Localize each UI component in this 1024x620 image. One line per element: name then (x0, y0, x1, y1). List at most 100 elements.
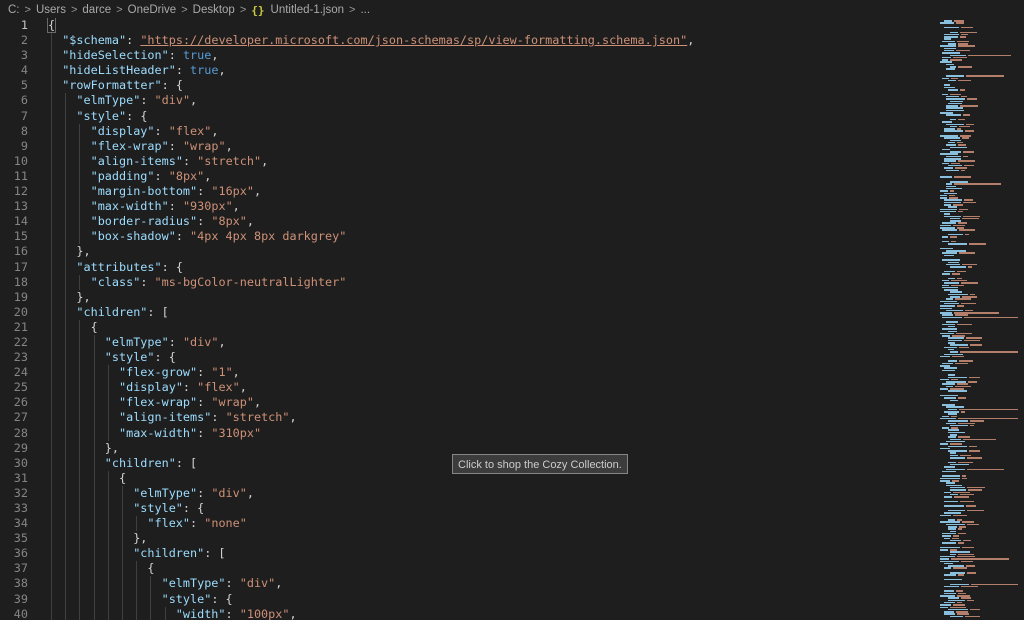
code-line[interactable]: 22 "elmType": "div", (0, 334, 934, 351)
indent-guide (79, 546, 81, 562)
code-line[interactable]: 33 "style": { (0, 501, 934, 517)
code-text: "align-items": "stretch", (119, 410, 297, 425)
indent-guide (51, 214, 52, 230)
code-line[interactable]: 3 "hideSelection": true, (0, 48, 934, 64)
code-line[interactable]: 26 "flex-wrap": "wrap", (0, 395, 934, 411)
minimap[interactable] (936, 18, 1024, 620)
minimap-line (950, 457, 965, 459)
minimap-line (959, 252, 975, 254)
breadcrumb-item[interactable]: Users (34, 4, 68, 16)
code-line[interactable]: 24 "flex-grow": "1", (0, 365, 934, 381)
minimap-line (967, 266, 973, 268)
code-line[interactable]: 21 { (0, 319, 934, 335)
code-line[interactable]: 11 "padding": "8px", (0, 168, 934, 185)
minimap-line (950, 399, 958, 401)
code-line[interactable]: 8 "display": "flex", (0, 123, 934, 139)
indent-guide (122, 576, 123, 592)
indent-guide (93, 531, 95, 547)
indent-guide (51, 184, 52, 200)
indent-guide (122, 531, 123, 547)
minimap-line (944, 353, 964, 355)
code-line[interactable]: 7 "style": { (0, 108, 934, 124)
breadcrumb-item[interactable]: darce (80, 4, 113, 16)
minimap-line (950, 486, 966, 489)
code-line[interactable]: 40 "width": "100px", (0, 606, 934, 620)
code-line[interactable]: 35}, (0, 531, 934, 547)
indent-guide (93, 455, 95, 471)
minimap-line (950, 615, 964, 618)
code-line[interactable]: 2 "$schema": "https://developer.microsoft… (0, 33, 934, 49)
code-line[interactable]: 14 "border-radius": "8px", (0, 214, 934, 230)
indent-guide (107, 606, 109, 620)
minimap-line (944, 512, 961, 514)
breadcrumb-item[interactable]: OneDrive (126, 4, 179, 16)
minimap-line (944, 254, 955, 257)
minimap-line (961, 26, 974, 29)
json-key: "flex-wrap" (90, 138, 169, 153)
minimap-line (958, 66, 973, 68)
minimap-line (940, 555, 956, 558)
code-editor[interactable]: 1{2 "$schema": "https://developer.microso… (0, 18, 934, 620)
minimap-line (948, 436, 957, 438)
code-line[interactable]: 20 "children": [ (0, 304, 934, 320)
code-line[interactable]: 9 "flex-wrap": "wrap", (0, 138, 934, 154)
minimap-line (964, 309, 973, 312)
breadcrumb-item[interactable]: C: (6, 4, 22, 16)
code-line[interactable]: 36 "children": [ (0, 546, 934, 562)
code-line[interactable]: 15 "box-shadow": "4px 4px 8px darkgrey" (0, 229, 934, 245)
code-line[interactable]: 25 "display": "flex", (0, 380, 934, 396)
indent-guide (51, 546, 52, 562)
json-punctuation: { (119, 470, 127, 485)
code-line[interactable]: 4 "hideListHeader": true, (0, 63, 934, 79)
indent-guide (107, 516, 109, 532)
code-line[interactable]: 16}, (0, 244, 934, 260)
json-key: "attributes" (76, 259, 162, 274)
indent-guide (65, 168, 67, 185)
minimap-line (942, 222, 957, 224)
code-line[interactable]: 39 "style": { (0, 591, 934, 607)
minimap-line (955, 611, 968, 613)
minimap-line (944, 86, 955, 89)
json-string[interactable]: "https://developer.microsoft.com/json-sc… (140, 33, 687, 47)
code-line[interactable]: 38 "elmType": "div", (0, 576, 934, 592)
code-line[interactable]: 10 "align-items": "stretch", (0, 153, 934, 169)
breadcrumb-file[interactable]: Untitled-1.json (269, 4, 347, 16)
indent-guide (79, 485, 81, 501)
code-text: "style": { (133, 501, 204, 516)
code-line[interactable]: 37 { (0, 561, 934, 577)
code-line[interactable]: 19}, (0, 289, 934, 305)
json-string: "100px" (239, 606, 290, 620)
code-text: "border-radius": "8px", (91, 214, 254, 229)
indent-guide (122, 516, 123, 532)
json-punctuation: { (46, 18, 57, 33)
indent-guide (51, 516, 52, 532)
breadcrumb-more[interactable]: ... (358, 4, 372, 16)
code-line[interactable]: 13 "max-width": "930px", (0, 199, 934, 215)
minimap-line (950, 549, 957, 551)
minimap-line (940, 61, 953, 63)
indent-guide (65, 259, 67, 275)
code-line[interactable]: 18 "class": "ms-bgColor-neutralLighter" (0, 274, 934, 290)
json-key: "margin-bottom" (90, 184, 198, 199)
minimap-line (942, 93, 949, 96)
minimap-line (948, 325, 956, 328)
code-line[interactable]: 32 "elmType": "div", (0, 485, 934, 501)
code-line[interactable]: 12 "margin-bottom": "16px", (0, 184, 934, 200)
breadcrumb-item[interactable]: Desktop (191, 4, 237, 16)
code-line[interactable]: 1{ (0, 18, 934, 33)
minimap-line (944, 270, 956, 273)
code-line[interactable]: 23 "style": { (0, 350, 934, 366)
code-line[interactable]: 6 "elmType": "div", (0, 93, 934, 109)
indent-guide (93, 561, 95, 577)
code-line[interactable]: 27 "align-items": "stretch", (0, 410, 934, 426)
code-line[interactable]: 28 "max-width": "310px" (0, 425, 934, 441)
indent-guide (51, 455, 52, 471)
code-line[interactable]: 5 "rowFormatter": { (0, 78, 934, 94)
minimap-line (944, 613, 955, 615)
minimap-line (946, 185, 957, 188)
code-line[interactable]: 34 "flex": "none" (0, 516, 934, 532)
indent-guide (65, 470, 67, 486)
indent-guide (79, 395, 81, 411)
code-line[interactable]: 17 "attributes": { (0, 259, 934, 275)
minimap-line (944, 496, 952, 498)
